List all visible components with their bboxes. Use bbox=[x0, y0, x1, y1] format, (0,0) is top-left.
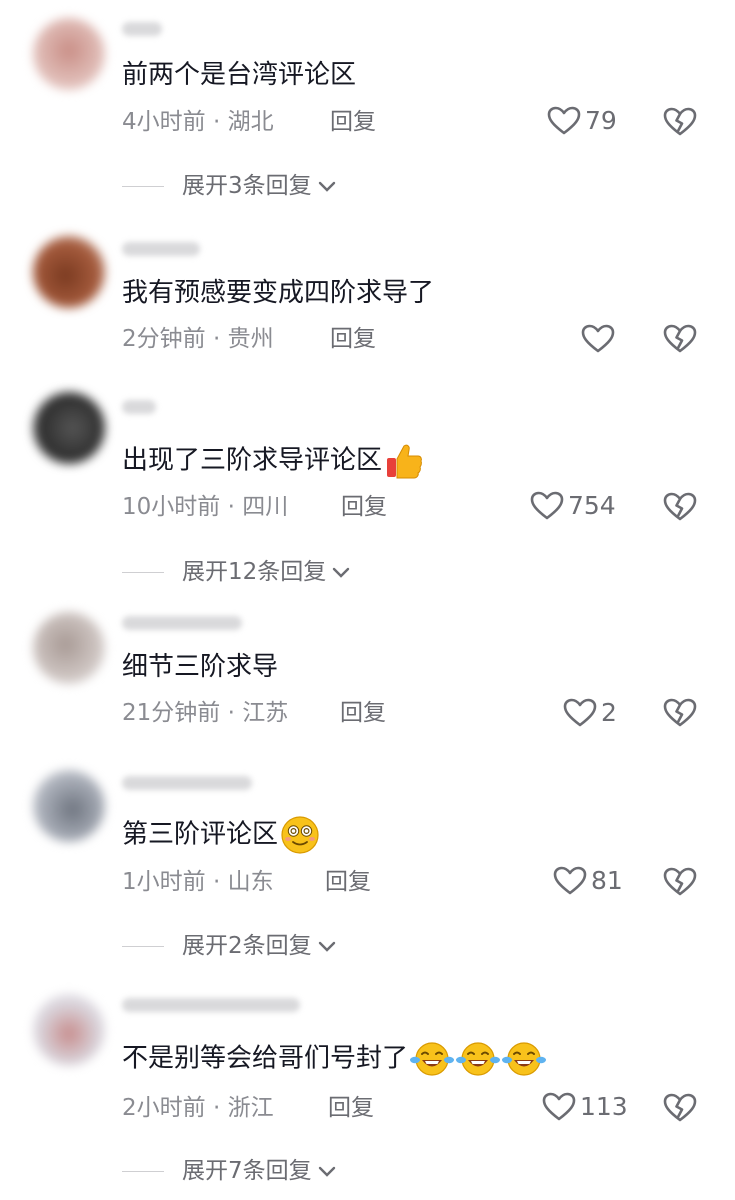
like-button[interactable]: 113 bbox=[542, 1092, 628, 1122]
laughing-tears-emoji bbox=[410, 1042, 455, 1076]
avatar[interactable] bbox=[33, 612, 105, 684]
avatar[interactable] bbox=[33, 770, 105, 842]
heart-icon bbox=[563, 698, 597, 727]
expand-replies-button[interactable]: 展开3条回复 bbox=[122, 171, 338, 201]
reply-button[interactable]: 回复 bbox=[325, 867, 371, 897]
like-button[interactable] bbox=[581, 324, 615, 354]
comment-location: 四川 bbox=[242, 494, 289, 520]
username[interactable] bbox=[122, 776, 252, 790]
reply-button[interactable]: 回复 bbox=[340, 698, 386, 728]
comment-meta: 2分钟前 · 贵州 bbox=[122, 326, 274, 352]
reply-button[interactable]: 回复 bbox=[341, 492, 387, 522]
comment-time: 21分钟前 bbox=[122, 700, 221, 726]
comment-time: 2分钟前 bbox=[122, 326, 206, 352]
expand-replies-label: 展开7条回复 bbox=[182, 1158, 312, 1184]
comment-time: 10小时前 bbox=[122, 494, 221, 520]
divider bbox=[122, 185, 164, 187]
like-count: 2 bbox=[601, 698, 617, 727]
heart-icon bbox=[547, 106, 581, 135]
broken-heart-icon[interactable] bbox=[663, 492, 697, 522]
chevron-down-icon bbox=[318, 181, 335, 192]
comment-location: 江苏 bbox=[242, 700, 289, 726]
like-button[interactable]: 754 bbox=[530, 491, 616, 521]
divider bbox=[122, 1170, 164, 1172]
like-button[interactable]: 2 bbox=[563, 698, 617, 728]
expand-replies-label: 展开2条回复 bbox=[182, 933, 312, 959]
expand-replies-button[interactable]: 展开12条回复 bbox=[122, 557, 352, 587]
comment-text-content: 出现了三阶求导评论区 bbox=[122, 445, 383, 476]
dizzy-face-emoji bbox=[281, 816, 319, 854]
username[interactable] bbox=[122, 998, 300, 1012]
broken-heart-icon[interactable] bbox=[663, 324, 697, 354]
expand-replies-button[interactable]: 展开2条回复 bbox=[122, 931, 338, 961]
broken-heart-icon[interactable] bbox=[663, 867, 697, 897]
comment-time: 1小时前 bbox=[122, 869, 206, 895]
comment-meta: 21分钟前 · 江苏 bbox=[122, 700, 289, 726]
username[interactable] bbox=[122, 616, 242, 630]
like-count: 113 bbox=[580, 1092, 628, 1121]
thumbs-up-emoji bbox=[387, 444, 422, 479]
laughing-tears-emoji bbox=[456, 1042, 501, 1076]
heart-icon bbox=[581, 324, 615, 353]
comment-time: 4小时前 bbox=[122, 109, 206, 135]
avatar[interactable] bbox=[33, 994, 105, 1066]
comment-location: 浙江 bbox=[227, 1095, 274, 1121]
expand-replies-label: 展开3条回复 bbox=[182, 173, 312, 199]
like-count: 754 bbox=[568, 491, 616, 520]
username[interactable] bbox=[122, 242, 200, 256]
comment-location: 山东 bbox=[227, 869, 274, 895]
expand-replies-label: 展开12条回复 bbox=[182, 559, 327, 585]
comment-location: 湖北 bbox=[227, 109, 274, 135]
reply-button[interactable]: 回复 bbox=[328, 1093, 374, 1123]
divider bbox=[122, 571, 164, 573]
comment-time: 2小时前 bbox=[122, 1095, 206, 1121]
heart-icon bbox=[553, 866, 587, 895]
chevron-down-icon bbox=[318, 941, 335, 952]
username[interactable] bbox=[122, 400, 156, 414]
like-button[interactable]: 79 bbox=[547, 106, 617, 136]
chevron-down-icon bbox=[318, 1166, 335, 1177]
broken-heart-icon[interactable] bbox=[663, 1093, 697, 1123]
avatar[interactable] bbox=[33, 236, 105, 308]
username[interactable] bbox=[122, 22, 162, 36]
comment-meta: 10小时前 · 四川 bbox=[122, 494, 289, 520]
comment-text: 细节三阶求导 bbox=[122, 652, 279, 682]
avatar[interactable] bbox=[33, 392, 105, 464]
avatar[interactable] bbox=[33, 18, 105, 90]
comment-meta: 4小时前 · 湖北 bbox=[122, 109, 274, 135]
broken-heart-icon[interactable] bbox=[663, 107, 697, 137]
reply-button[interactable]: 回复 bbox=[330, 107, 376, 137]
comment-location: 贵州 bbox=[227, 326, 274, 352]
comment-meta: 2小时前 · 浙江 bbox=[122, 1095, 274, 1121]
comment-meta: 1小时前 · 山东 bbox=[122, 869, 274, 895]
comment-text: 出现了三阶求导评论区 bbox=[122, 441, 424, 481]
broken-heart-icon[interactable] bbox=[663, 698, 697, 728]
comment-text: 不是别等会给哥们号封了 bbox=[122, 1040, 547, 1078]
like-count: 79 bbox=[585, 106, 617, 135]
heart-icon bbox=[530, 491, 564, 520]
comment-text: 前两个是台湾评论区 bbox=[122, 60, 357, 90]
like-button[interactable]: 81 bbox=[553, 866, 623, 896]
divider bbox=[122, 945, 164, 947]
comment-text-content: 不是别等会给哥们号封了 bbox=[122, 1043, 409, 1074]
heart-icon bbox=[542, 1092, 576, 1121]
laughing-tears-emoji bbox=[502, 1042, 547, 1076]
chevron-down-icon bbox=[333, 567, 350, 578]
reply-button[interactable]: 回复 bbox=[330, 324, 376, 354]
comment-text: 我有预感要变成四阶求导了 bbox=[122, 278, 435, 308]
comment-text: 第三阶评论区 bbox=[122, 815, 320, 855]
comment-text-content: 第三阶评论区 bbox=[122, 819, 279, 850]
like-count: 81 bbox=[591, 866, 623, 895]
expand-replies-button[interactable]: 展开7条回复 bbox=[122, 1156, 338, 1186]
